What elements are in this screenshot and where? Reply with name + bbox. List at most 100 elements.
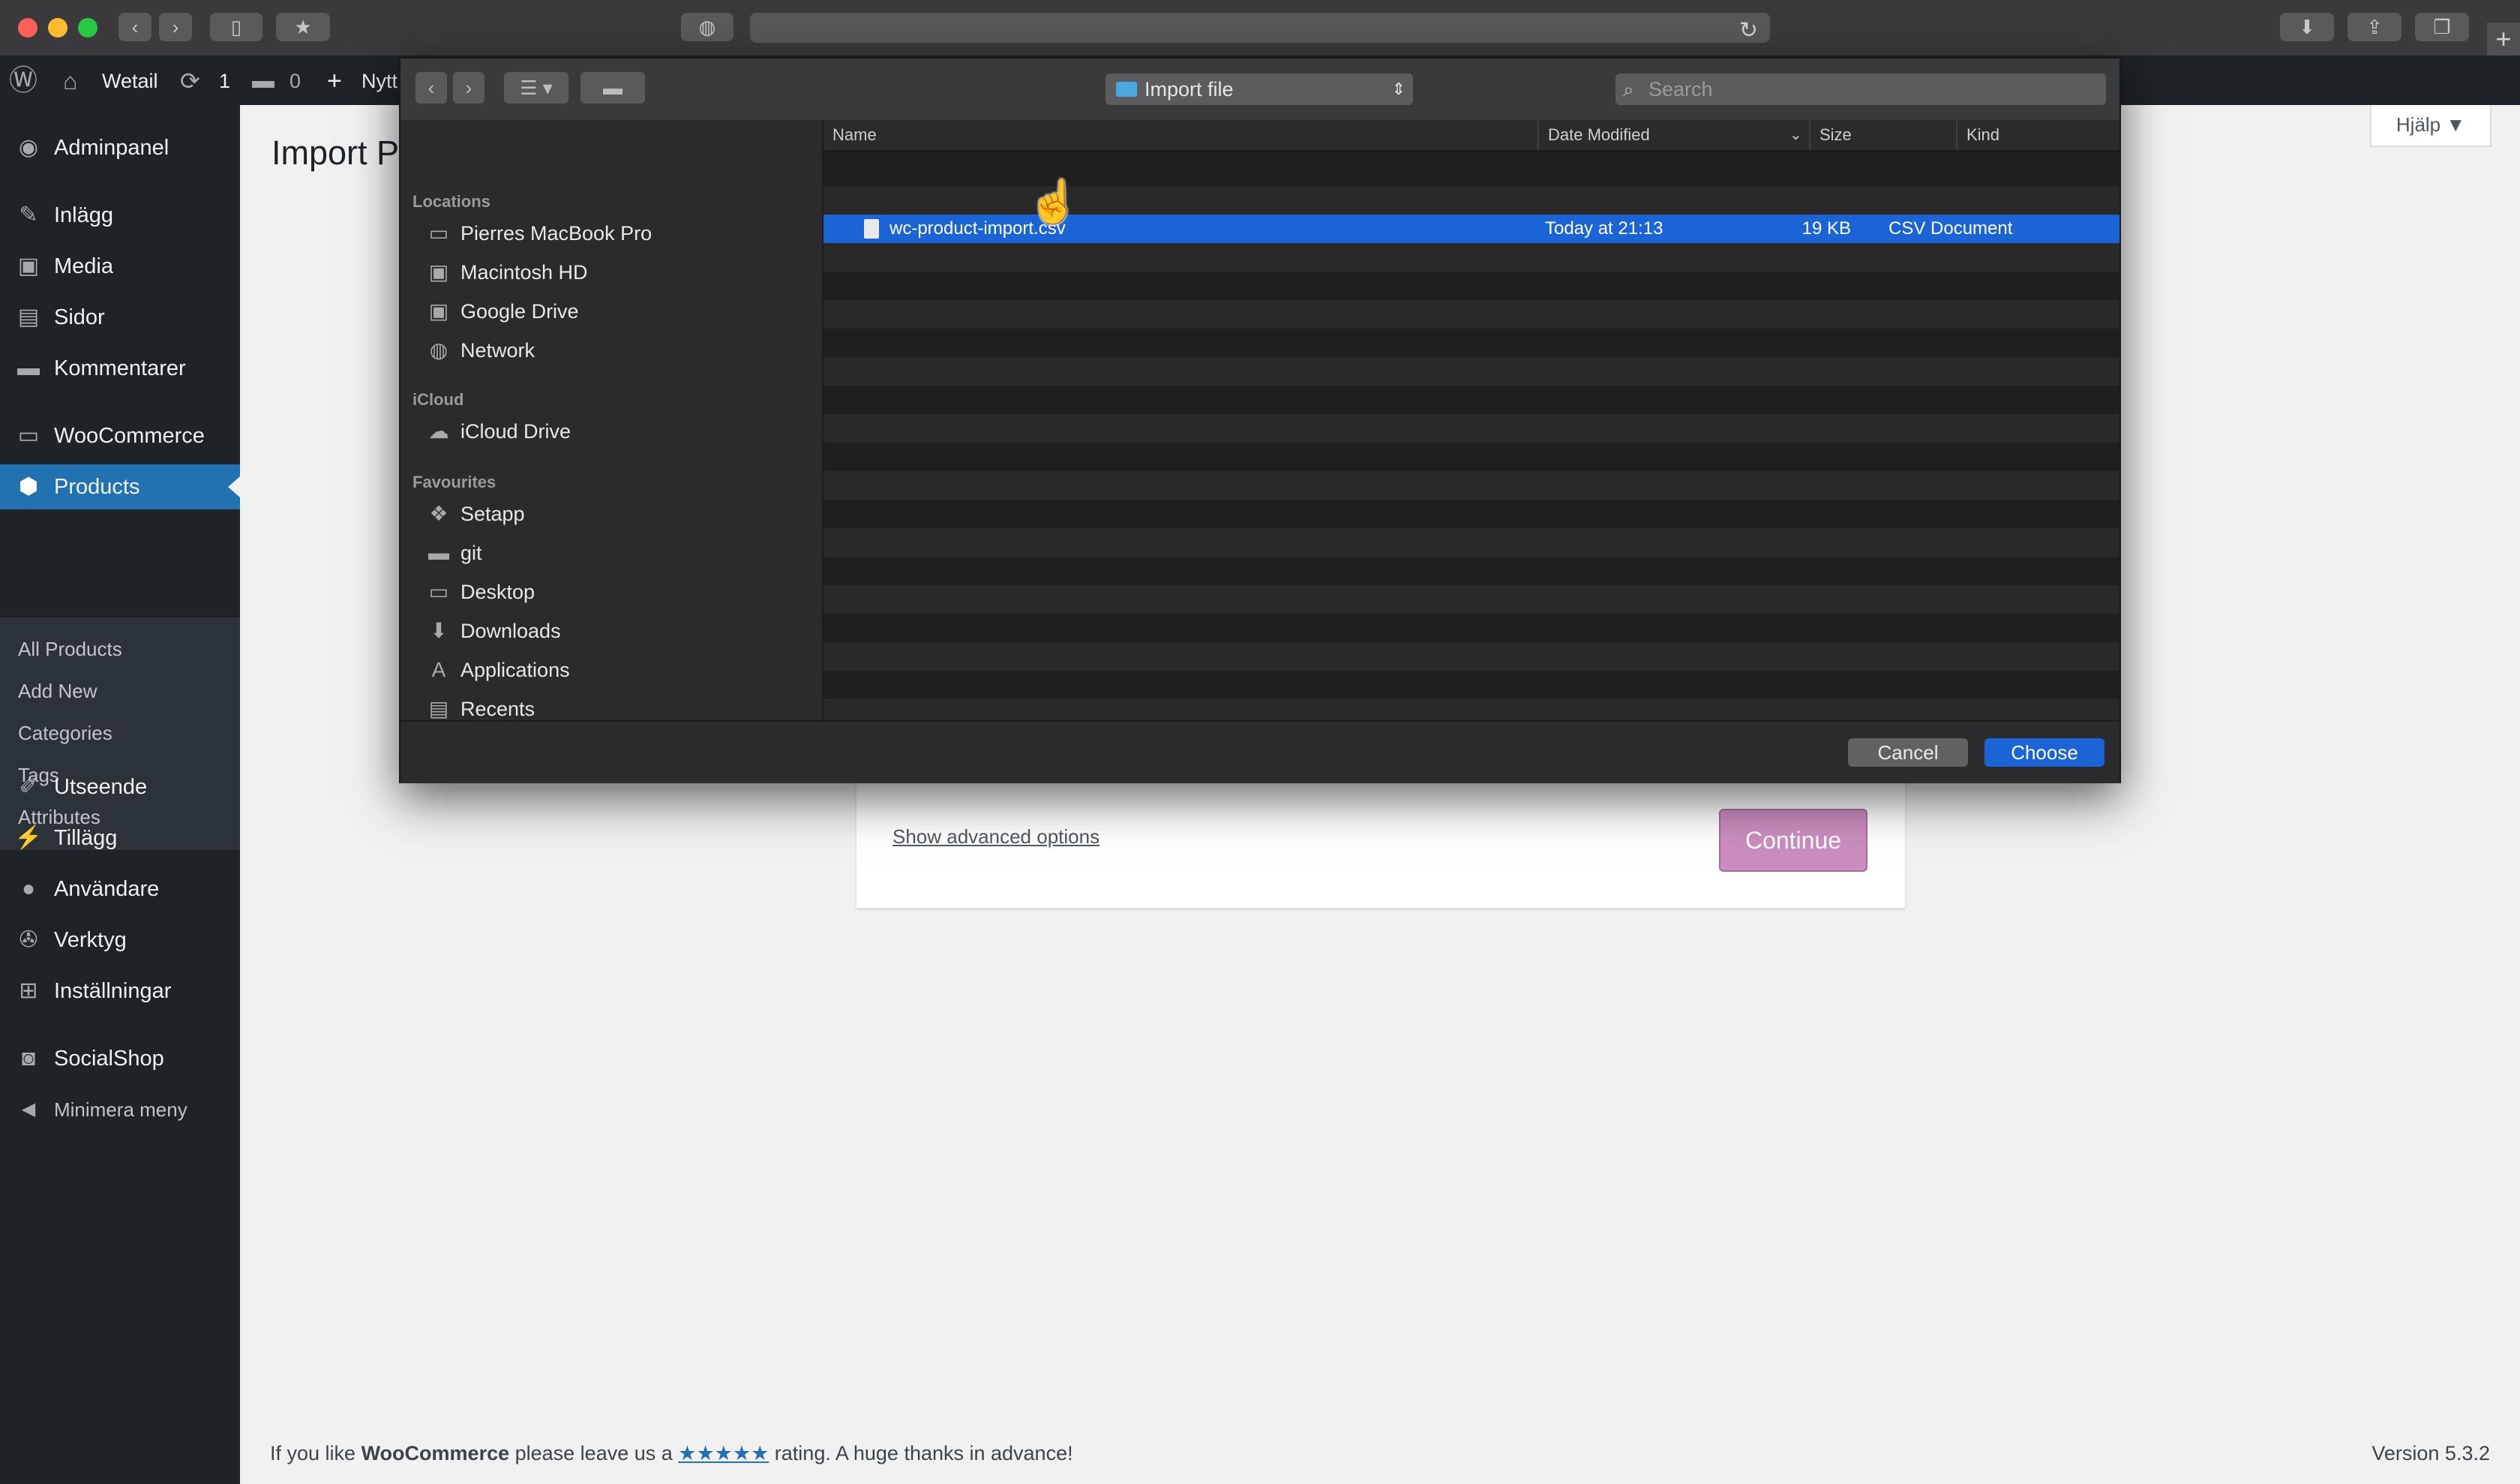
collapse-icon: ◀: [21, 1099, 36, 1119]
zoom-window-button[interactable]: [78, 18, 98, 38]
menu-socialshop[interactable]: ◙ SocialShop: [0, 1036, 240, 1081]
empty-row: [824, 272, 2120, 300]
sidebar-item-applications[interactable]: A Applications: [412, 651, 810, 689]
file-row[interactable]: wc-product-import.csv Today at 21:13 19 …: [824, 215, 2120, 243]
sidebar-item-label: git: [460, 542, 482, 564]
search-field[interactable]: ⌕: [1616, 74, 2106, 105]
new-folder-icon[interactable]: ▬: [580, 72, 645, 104]
sidebar-item-label: Google Drive: [460, 300, 579, 323]
menu-appearance[interactable]: ✐ Utseende: [0, 765, 240, 810]
choose-button[interactable]: Choose: [1984, 738, 2104, 767]
sidebar-item-downloads[interactable]: ⬇ Downloads: [412, 612, 810, 650]
close-window-button[interactable]: [18, 18, 38, 38]
updates-count[interactable]: 1: [219, 57, 230, 105]
comments-icon[interactable]: ▬: [252, 57, 274, 105]
sidebar-item-label: Network: [460, 339, 536, 362]
bookmarks-icon[interactable]: ★: [276, 13, 330, 41]
column-size[interactable]: Size: [1809, 120, 1956, 150]
menu-pages[interactable]: ▤ Sidor: [0, 295, 240, 340]
menu-label: Verktyg: [54, 928, 127, 952]
site-name-link[interactable]: Wetail: [102, 57, 158, 105]
appearance-icon: ✐: [19, 774, 38, 799]
menu-label: SocialShop: [54, 1047, 164, 1071]
menu-media[interactable]: ▣ Media: [0, 244, 240, 289]
menu-settings[interactable]: ⊞ Inställningar: [0, 969, 240, 1014]
sidebar-item-google-drive[interactable]: ▣ Google Drive: [412, 293, 810, 330]
menu-collapse[interactable]: ◀ Minimera meny: [0, 1087, 240, 1132]
empty-row: [824, 300, 2120, 329]
show-advanced-options-link[interactable]: Show advanced options: [892, 825, 1100, 849]
sidebar-item-network[interactable]: ◍ Network: [412, 332, 810, 369]
downloads-icon[interactable]: ⬇: [2280, 13, 2334, 41]
address-bar[interactable]: ↻: [750, 13, 1770, 43]
menu-label: Sidor: [54, 305, 105, 329]
empty-row: [824, 699, 2120, 720]
location-label: Import file: [1144, 78, 1234, 101]
forward-icon[interactable]: ›: [453, 72, 484, 104]
back-icon[interactable]: ‹: [118, 13, 152, 41]
sidebar-toggle-icon[interactable]: ▯: [210, 13, 262, 41]
sidebar-item-macintosh-hd[interactable]: ▣ Macintosh HD: [412, 254, 810, 291]
google-drive-icon: ▣: [428, 299, 449, 323]
hard-drive-icon: ▣: [428, 260, 449, 284]
search-icon: ⌕: [1623, 78, 1634, 101]
sidebar-item-label: Applications: [460, 659, 570, 681]
column-name[interactable]: Name: [824, 120, 1538, 150]
menu-users[interactable]: ● Användare: [0, 867, 240, 912]
menu-comments[interactable]: ▬ Kommentarer: [0, 346, 240, 391]
empty-row: [824, 500, 2120, 528]
browser-toolbar: ‹ › ▯ ★ ◍ ↻ ⬇ ⇪ ❐ +: [0, 0, 2520, 57]
column-date-modified[interactable]: Date Modified: [1538, 120, 1809, 150]
menu-dashboard[interactable]: ◉ Adminpanel: [0, 125, 240, 170]
sidebar-item-label: iCloud Drive: [460, 420, 572, 443]
users-icon: ●: [21, 876, 36, 901]
comments-count[interactable]: 0: [290, 57, 301, 105]
home-icon[interactable]: ⌂: [63, 57, 77, 105]
locations-header: Locations: [412, 192, 490, 211]
submenu-all-products[interactable]: All Products: [18, 628, 122, 670]
menu-woocommerce[interactable]: ▭ WooCommerce: [0, 413, 240, 458]
new-content-icon[interactable]: +: [327, 57, 342, 105]
search-input[interactable]: [1648, 74, 2091, 105]
sidebar-item-setapp[interactable]: ❖ Setapp: [412, 495, 810, 533]
menu-plugins[interactable]: ⚡ Tillägg: [0, 816, 240, 861]
continue-button[interactable]: Continue: [1719, 809, 1868, 872]
privacy-report-icon[interactable]: ◍: [681, 13, 734, 41]
sidebar-item-desktop[interactable]: ▭ Desktop: [412, 573, 810, 611]
dialog-sidebar: Locations ▭ Pierres MacBook Pro ▣ Macint…: [400, 120, 824, 759]
footer-text-after: rating. A huge thanks in advance!: [769, 1442, 1073, 1464]
column-kind[interactable]: Kind: [1956, 120, 2120, 150]
admin-sidebar: ◉ Adminpanel ✎ Inlägg ▣ Media ▤ Sidor ▬ …: [0, 105, 240, 1484]
rating-stars-link[interactable]: ★★★★★: [678, 1442, 769, 1464]
menu-posts[interactable]: ✎ Inlägg: [0, 193, 240, 238]
forward-icon[interactable]: ›: [159, 13, 192, 41]
submenu-add-new[interactable]: Add New: [18, 670, 98, 712]
sidebar-item-icloud-drive[interactable]: ☁ iCloud Drive: [412, 413, 810, 450]
submenu-categories[interactable]: Categories: [18, 712, 112, 754]
view-options-icon[interactable]: ☰ ▾: [504, 72, 568, 104]
back-icon[interactable]: ‹: [416, 72, 447, 104]
applications-icon: A: [431, 658, 446, 681]
sidebar-item-macbook[interactable]: ▭ Pierres MacBook Pro: [412, 215, 810, 252]
wordpress-logo-icon[interactable]: Ⓦ: [9, 57, 38, 105]
share-icon[interactable]: ⇪: [2348, 13, 2402, 41]
menu-tools[interactable]: ✇ Verktyg: [0, 918, 240, 963]
new-content-link[interactable]: Nytt: [362, 57, 398, 105]
location-dropdown[interactable]: Import file ⇕: [1106, 74, 1413, 105]
file-kind: CSV Document: [1888, 218, 2013, 239]
empty-row: [824, 671, 2120, 699]
empty-row: [824, 443, 2120, 471]
help-tab[interactable]: Hjälp ▼: [2370, 105, 2492, 147]
empty-row: [824, 528, 2120, 557]
tabs-overview-icon[interactable]: ❐: [2415, 13, 2469, 41]
minimize-window-button[interactable]: [48, 18, 68, 38]
updates-icon[interactable]: ⟳: [180, 57, 200, 105]
cancel-button[interactable]: Cancel: [1848, 738, 1968, 767]
file-date: Today at 21:13: [1545, 218, 1664, 239]
reload-icon[interactable]: ↻: [1739, 17, 1758, 44]
menu-label: WooCommerce: [54, 424, 205, 448]
new-tab-icon[interactable]: +: [2487, 23, 2520, 56]
file-picker-dialog: ‹ › ☰ ▾ ▬ Import file ⇕ ⌕ Locations ▭ Pi…: [399, 57, 2121, 783]
menu-products[interactable]: ⬢ Products: [0, 464, 240, 509]
sidebar-item-git[interactable]: ▬ git: [412, 534, 810, 572]
